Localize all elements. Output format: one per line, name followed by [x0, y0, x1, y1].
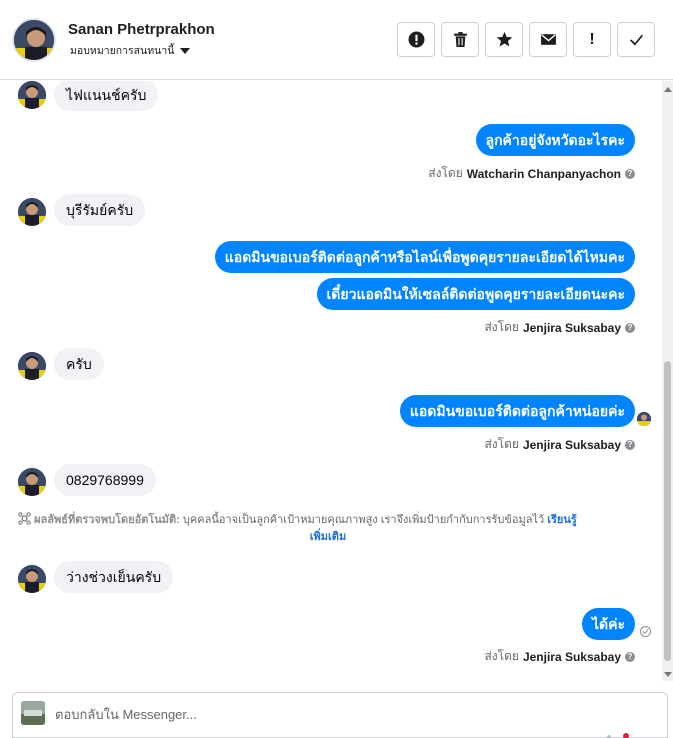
incoming-message[interactable]: บุรีรัมย์ครับ	[54, 194, 146, 226]
star-button[interactable]	[485, 22, 523, 57]
auto-detection-note: ผลลัพธ์ที่ตรวจพบโดยอัตโนมัติ: บุคคลนี้อา…	[18, 512, 638, 546]
assign-conversation-dropdown[interactable]: มอบหมายการสนทนานี้	[70, 42, 191, 59]
ai-sparkle-icon	[18, 512, 31, 525]
scroll-up-arrow-icon[interactable]	[664, 87, 672, 92]
incoming-message[interactable]: ว่างช่วงเย็นครับ	[54, 561, 174, 593]
sent-by-prefix: ส่งโดย	[428, 166, 463, 180]
auto-detection-text: บุคคลนี้อาจเป็นลูกค้าเป้าหมายคุณภาพสูง เ…	[182, 514, 545, 526]
mark-done-button[interactable]	[617, 22, 655, 57]
emoji-indicator-icon[interactable]	[623, 733, 629, 738]
sender-name[interactable]: Jenjira Suksabay	[523, 650, 621, 664]
sent-by-label: ส่งโดย Jenjira Suksabay ?	[484, 435, 635, 454]
contact-avatar[interactable]	[12, 18, 56, 62]
incoming-message[interactable]: 0829768999	[54, 464, 156, 496]
report-button[interactable]	[397, 22, 435, 57]
message-thread[interactable]: ไฟแนนช์ครับ ลูกค้าอยู่จังหวัดอะไรคะ ส่งโ…	[0, 81, 661, 681]
scrollbar[interactable]	[662, 81, 673, 681]
sender-avatar	[18, 565, 46, 593]
outgoing-message[interactable]: เดี๋ยวแอดมินให้เซลล์ติดต่อพูดคุยรายละเอี…	[316, 278, 635, 310]
trash-icon	[453, 32, 467, 47]
mail-icon	[540, 34, 556, 45]
info-icon[interactable]: ?	[625, 322, 635, 333]
sender-name[interactable]: Jenjira Suksabay	[523, 321, 621, 335]
sent-by-label: ส่งโดย Watcharin Chanpanyachon ?	[428, 164, 635, 183]
sent-by-prefix: ส่งโดย	[484, 437, 519, 451]
delivered-check-icon	[640, 626, 651, 637]
sender-name[interactable]: Jenjira Suksabay	[523, 438, 621, 452]
sent-by-label: ส่งโดย Jenjira Suksabay ?	[484, 318, 635, 337]
delete-button[interactable]	[441, 22, 479, 57]
reply-box	[12, 692, 668, 738]
sender-avatar	[18, 468, 46, 496]
seen-avatar	[637, 412, 651, 426]
sender-avatar	[18, 198, 46, 226]
scrollbar-thumb[interactable]	[664, 361, 671, 661]
learn-more-link-continued[interactable]: เพิ่มเติม	[310, 531, 346, 543]
scroll-down-arrow-icon[interactable]	[664, 672, 672, 677]
info-icon[interactable]: ?	[625, 651, 635, 662]
mark-unread-button[interactable]	[529, 22, 567, 57]
info-icon[interactable]: ?	[625, 168, 635, 179]
info-icon[interactable]: ?	[625, 439, 635, 450]
outgoing-message[interactable]: ลูกค้าอยู่จังหวัดอะไรคะ	[475, 124, 635, 156]
sender-avatar	[18, 352, 46, 380]
sent-by-prefix: ส่งโดย	[484, 320, 519, 334]
learn-more-link[interactable]: เรียนรู้	[547, 514, 577, 526]
star-icon	[496, 31, 512, 47]
report-icon	[408, 31, 424, 48]
outgoing-message[interactable]: แอดมินขอเบอร์ติดต่อลูกค้าหน่อยค่ะ	[399, 395, 635, 427]
page-avatar	[21, 701, 45, 725]
incoming-message[interactable]: ไฟแนนช์ครับ	[54, 81, 159, 111]
contact-name[interactable]: Sanan Phetrprakhon	[68, 21, 215, 38]
conversation-header: Sanan Phetrprakhon มอบหมายการสนทนานี้ !	[0, 0, 673, 80]
sender-avatar	[18, 81, 46, 109]
caret-down-icon	[180, 47, 191, 54]
assign-label: มอบหมายการสนทนานี้	[70, 45, 175, 57]
sender-name[interactable]: Watcharin Chanpanyachon	[467, 167, 621, 181]
check-icon	[629, 34, 643, 46]
incoming-message[interactable]: ครับ	[54, 348, 104, 380]
reply-input[interactable]	[55, 703, 615, 725]
sent-by-prefix: ส่งโดย	[484, 649, 519, 663]
outgoing-message[interactable]: แอดมินขอเบอร์ติดต่อลูกค้าหรือไลน์เพื่อพู…	[214, 241, 635, 273]
spam-button[interactable]: !	[573, 22, 611, 57]
auto-detection-label: ผลลัพธ์ที่ตรวจพบโดยอัตโนมัติ:	[34, 514, 180, 526]
outgoing-message[interactable]: ได้ค่ะ	[581, 608, 635, 640]
sent-by-label: ส่งโดย Jenjira Suksabay ?	[484, 647, 635, 666]
header-actions: !	[397, 22, 655, 57]
exclamation-icon: !	[589, 30, 595, 48]
